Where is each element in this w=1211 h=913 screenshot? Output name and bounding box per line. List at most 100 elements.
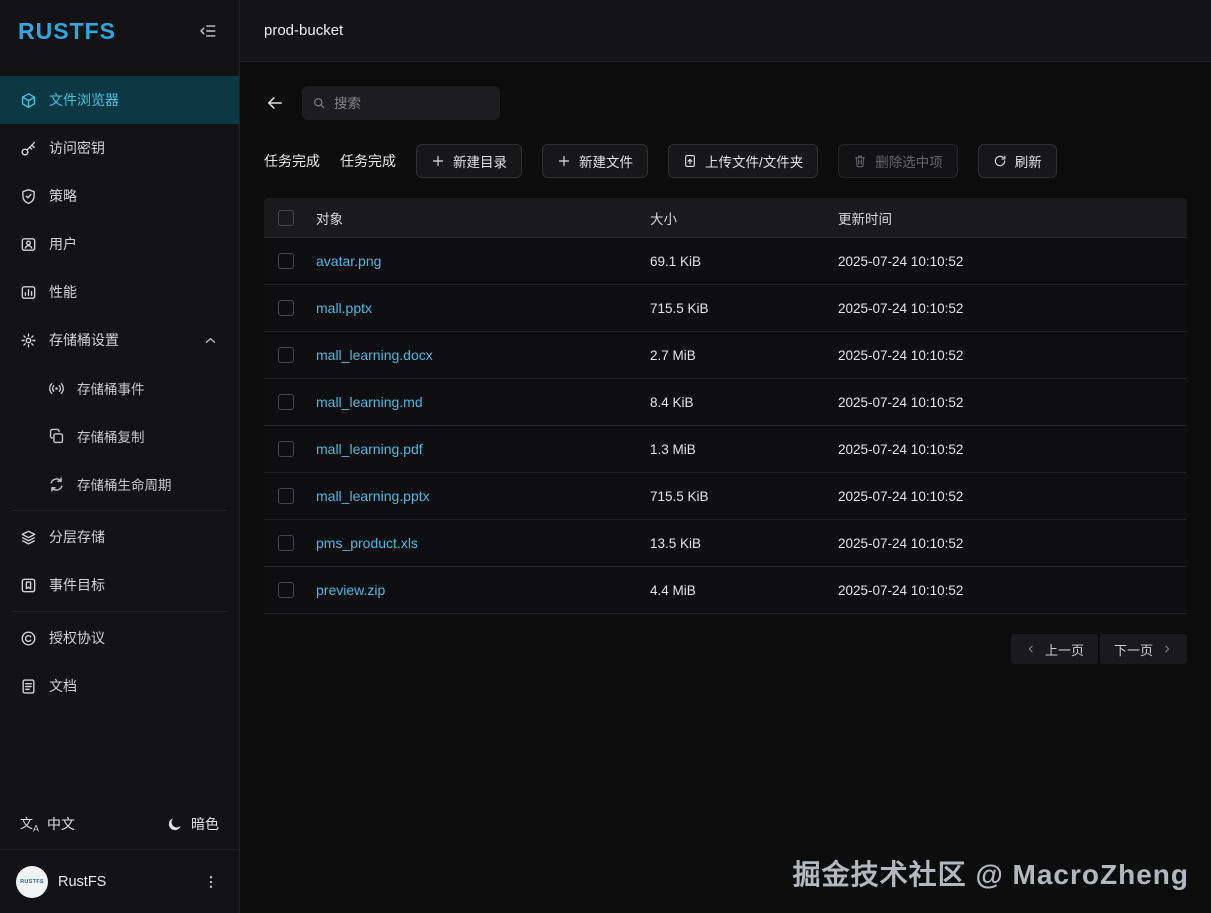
table-row: preview.zip 4.4 MiB 2025-07-24 10:10:52 bbox=[264, 567, 1187, 614]
new-folder-button[interactable]: 新建目录 bbox=[416, 144, 522, 178]
new-file-button[interactable]: 新建文件 bbox=[542, 144, 648, 178]
row-checkbox[interactable] bbox=[278, 535, 294, 551]
file-updated: 2025-07-24 10:10:52 bbox=[838, 394, 964, 410]
language-label: 中文 bbox=[47, 815, 76, 832]
sidebar-footer: RUSTFS RustFS bbox=[0, 849, 239, 913]
search-icon bbox=[312, 96, 326, 110]
sidebar-item-bucket-replication[interactable]: 存储桶复制 bbox=[0, 412, 239, 460]
chevron-up-icon bbox=[202, 332, 219, 349]
sidebar-item-label: 用户 bbox=[49, 236, 77, 252]
sidebar-item-performance[interactable]: 性能 bbox=[0, 268, 239, 316]
sidebar-item-bucket-settings[interactable]: 存储桶设置 bbox=[0, 316, 239, 364]
file-table: 对象 大小 更新时间 avatar.png 69.1 KiB 2025-07-24 10:… bbox=[264, 198, 1187, 614]
table-row: mall_learning.pdf 1.3 MiB 2025-07-24 10:10… bbox=[264, 426, 1187, 473]
sidebar-item-access-keys[interactable]: 访问密钥 bbox=[0, 124, 239, 172]
file-link[interactable]: mall_learning.pptx bbox=[316, 488, 430, 504]
sidebar-collapse-button[interactable] bbox=[195, 18, 221, 44]
row-checkbox[interactable] bbox=[278, 441, 294, 457]
language-switcher[interactable]: 文A 中文 bbox=[20, 813, 75, 834]
sidebar-item-tiered-storage[interactable]: 分层存储 bbox=[0, 513, 239, 561]
select-all-checkbox[interactable] bbox=[278, 209, 294, 226]
file-size: 715.5 KiB bbox=[650, 488, 709, 504]
next-page-button[interactable]: 下一页 bbox=[1099, 634, 1187, 664]
checkbox-cell bbox=[264, 347, 316, 363]
checkbox-cell bbox=[264, 300, 316, 316]
broadcast-icon bbox=[48, 380, 65, 397]
theme-label: 暗色 bbox=[191, 815, 219, 832]
sidebar-divider bbox=[12, 611, 227, 612]
row-checkbox[interactable] bbox=[278, 582, 294, 598]
plus-icon bbox=[431, 154, 445, 168]
theme-toggle[interactable]: 暗色 bbox=[167, 814, 219, 834]
sidebar-divider bbox=[12, 510, 227, 511]
watermark: 掘金技术社区 @ MacroZheng bbox=[792, 859, 1189, 890]
row-checkbox[interactable] bbox=[278, 347, 294, 363]
sidebar-item-label: 分层存储 bbox=[49, 529, 105, 545]
row-checkbox[interactable] bbox=[278, 253, 294, 269]
search-box[interactable] bbox=[302, 86, 500, 120]
file-name-cell: pms_product.xls bbox=[316, 535, 650, 551]
chevron-left-icon bbox=[1025, 643, 1037, 655]
row-checkbox[interactable] bbox=[278, 488, 294, 504]
app-logo: RUSTFS bbox=[18, 17, 116, 44]
row-checkbox[interactable] bbox=[278, 300, 294, 316]
button-label: 新建目录 bbox=[453, 155, 507, 170]
table-row: mall_learning.docx 2.7 MiB 2025-07-24 10:1… bbox=[264, 332, 1187, 379]
file-link[interactable]: mall_learning.docx bbox=[316, 347, 433, 363]
delete-selected-button[interactable]: 删除选中项 bbox=[838, 144, 958, 178]
file-name-cell: mall_learning.pdf bbox=[316, 441, 650, 457]
gear-icon bbox=[20, 332, 37, 349]
file-size: 4.4 MiB bbox=[650, 582, 696, 598]
file-link[interactable]: avatar.png bbox=[316, 253, 381, 269]
upload-icon bbox=[683, 154, 697, 168]
key-icon bbox=[20, 140, 37, 157]
file-updated: 2025-07-24 10:10:52 bbox=[838, 253, 964, 269]
app-root: RUSTFS 文件浏览器 访问密钥 策略用户性能存储桶设置存储桶事件 存储桶复制 存储桶… bbox=[0, 0, 1211, 913]
column-header: 对象 bbox=[316, 211, 343, 227]
sidebar-item-label: 存储桶设置 bbox=[49, 332, 119, 348]
file-link[interactable]: mall.pptx bbox=[316, 300, 372, 316]
refresh-button[interactable]: 刷新 bbox=[977, 144, 1057, 178]
sidebar-item-docs[interactable]: 文档 bbox=[0, 662, 239, 710]
back-button[interactable] bbox=[264, 92, 286, 114]
content: 任务完成 任务完成 新建目录 新建文件 上传文件/文件夹 删除选中项 刷新 对象 大小 更新时间… bbox=[240, 62, 1211, 913]
upload-files-button[interactable]: 上传文件/文件夹 bbox=[668, 144, 819, 178]
row-checkbox[interactable] bbox=[278, 394, 294, 410]
file-link[interactable]: mall_learning.md bbox=[316, 394, 423, 410]
file-size: 69.1 KiB bbox=[650, 253, 702, 269]
file-link[interactable]: preview.zip bbox=[316, 582, 385, 598]
sidebar-item-license[interactable]: 授权协议 bbox=[0, 614, 239, 662]
bookmark-icon bbox=[20, 577, 37, 594]
button-label: 新建文件 bbox=[579, 155, 633, 170]
more-menu-button[interactable] bbox=[199, 870, 223, 894]
table-row: mall_learning.md 8.4 KiB 2025-07-24 10:10:… bbox=[264, 379, 1187, 426]
sidebar-item-bucket-lifecycle[interactable]: 存储桶生命周期 bbox=[0, 460, 239, 508]
checkbox-cell bbox=[264, 441, 316, 457]
pagination: 上一页 下一页 bbox=[264, 634, 1187, 664]
sidebar-item-bucket-events[interactable]: 存储桶事件 bbox=[0, 364, 239, 412]
sidebar-item-event-targets[interactable]: 事件目标 bbox=[0, 561, 239, 609]
dots-vertical-icon bbox=[203, 874, 219, 890]
file-updated: 2025-07-24 10:10:52 bbox=[838, 535, 964, 551]
sidebar: RUSTFS 文件浏览器 访问密钥 策略用户性能存储桶设置存储桶事件 存储桶复制 存储桶… bbox=[0, 0, 240, 913]
sidebar-item-file-browser[interactable]: 文件浏览器 bbox=[0, 76, 239, 124]
user-icon bbox=[20, 236, 37, 253]
checkbox-cell bbox=[264, 488, 316, 504]
document-icon bbox=[20, 678, 37, 695]
file-link[interactable]: pms_product.xls bbox=[316, 535, 418, 551]
file-updated: 2025-07-24 10:10:52 bbox=[838, 300, 964, 316]
plus-icon bbox=[557, 154, 571, 168]
search-input[interactable] bbox=[334, 95, 490, 111]
account-name: RustFS bbox=[58, 873, 107, 890]
checkbox-cell bbox=[264, 209, 316, 226]
checkbox-cell bbox=[264, 394, 316, 410]
toolbar: 任务完成 任务完成 新建目录 新建文件 上传文件/文件夹 删除选中项 刷新 bbox=[264, 144, 1187, 178]
sidebar-item-users[interactable]: 用户 bbox=[0, 220, 239, 268]
sidebar-item-policies[interactable]: 策略 bbox=[0, 172, 239, 220]
column-header: 更新时间 bbox=[838, 211, 892, 227]
prev-page-button[interactable]: 上一页 bbox=[1010, 634, 1098, 664]
chart-icon bbox=[20, 284, 37, 301]
sidebar-item-label: 事件目标 bbox=[49, 577, 105, 593]
refresh-icon bbox=[993, 154, 1007, 168]
file-link[interactable]: mall_learning.pdf bbox=[316, 441, 423, 457]
